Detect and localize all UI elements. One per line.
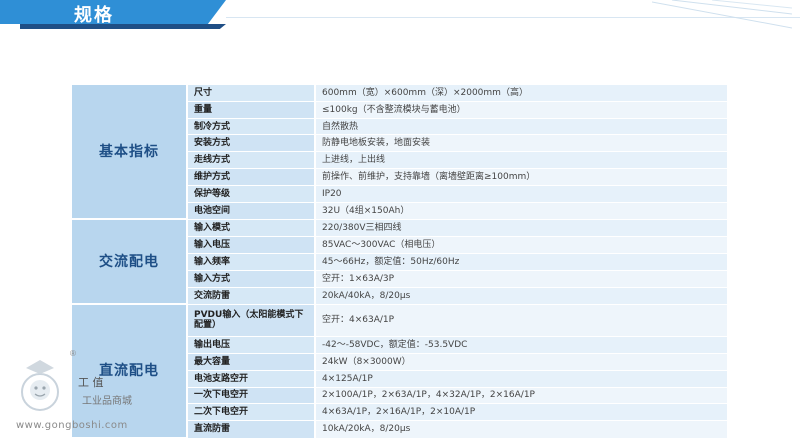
- category-label: 交流配电: [72, 219, 187, 306]
- spec-value: 自然散热: [314, 118, 727, 136]
- spec-value: 24kW（8×3000W）: [314, 353, 727, 371]
- spec-table: 基本指标 尺寸 600mm（宽）×600mm（深）×2000mm（高） 重量 ≤100k…: [72, 85, 727, 439]
- spec-name: 二次下电空开: [186, 403, 315, 422]
- spec-name: 最大容量: [186, 353, 315, 371]
- spec-value: 上进线，上出线: [314, 151, 727, 170]
- spec-name: 安装方式: [186, 134, 315, 153]
- spec-value: 45～66Hz，额定值：50Hz/60Hz: [314, 253, 727, 271]
- section-header-accent: [20, 24, 226, 29]
- spec-value: -42～-58VDC，额定值：-53.5VDC: [314, 336, 727, 354]
- spec-name: 直流防雷: [186, 420, 315, 439]
- spec-name: 走线方式: [186, 151, 315, 170]
- spec-name: 制冷方式: [186, 118, 315, 136]
- spec-name: 电池支路空开: [186, 370, 315, 388]
- spec-name: 维护方式: [186, 168, 315, 187]
- spec-value: 85VAC～300VAC（相电压）: [314, 236, 727, 254]
- spec-name: 输入频率: [186, 253, 315, 271]
- spec-name: PVDU输入（太阳能模式下配置）: [186, 304, 315, 337]
- spec-name: 交流防雷: [186, 287, 315, 305]
- spec-name: 电池空间: [186, 202, 315, 220]
- spec-value: IP20: [314, 185, 727, 204]
- spec-name: 输入模式: [186, 219, 315, 237]
- spec-value: 600mm（宽）×600mm（深）×2000mm（高）: [314, 85, 727, 102]
- spec-value: 220/380V三相四线: [314, 219, 727, 237]
- spec-row: 交流配电 输入模式 220/380V三相四线: [72, 219, 727, 306]
- spec-value: 20kA/40kA，8/20μs: [314, 287, 727, 305]
- decorative-lines: [652, 0, 792, 29]
- spec-name: 尺寸: [186, 85, 315, 102]
- spec-row: 基本指标 尺寸 600mm（宽）×600mm（深）×2000mm（高）: [72, 85, 727, 221]
- registered-mark: ®: [70, 349, 76, 358]
- spec-value: 2×100A/1P，2×63A/1P，4×32A/1P，2×16A/1P: [314, 387, 727, 405]
- watermark-brand: 工 值: [78, 376, 104, 389]
- spec-name: 输出电压: [186, 336, 315, 354]
- spec-name: 输入方式: [186, 270, 315, 288]
- spec-value: 32U（4组×150Ah）: [314, 202, 727, 220]
- spec-value: 4×125A/1P: [314, 370, 727, 388]
- section-title: 规格: [74, 5, 114, 26]
- spec-row: 直流配电 PVDU输入（太阳能模式下配置） 空开：4×63A/1P: [72, 304, 727, 439]
- spec-value: 前操作、前维护，支持靠墙（离墙壁距离≥100mm）: [314, 168, 727, 187]
- spec-name: 输入电压: [186, 236, 315, 254]
- spec-name: 保护等级: [186, 185, 315, 204]
- category-label: 基本指标: [72, 85, 187, 221]
- spec-name: 重量: [186, 101, 315, 119]
- spec-value: 空开：1×63A/3P: [314, 270, 727, 288]
- spec-value: 防静电地板安装，地面安装: [314, 134, 727, 153]
- watermark-subtitle: 工业品商城: [82, 396, 132, 407]
- watermark-url: www.gongboshi.com: [16, 420, 128, 431]
- spec-value: 空开：4×63A/1P: [314, 304, 727, 337]
- spec-value: 4×63A/1P，2×16A/1P，2×10A/1P: [314, 403, 727, 422]
- spec-name: 一次下电空开: [186, 387, 315, 405]
- spec-value: 10kA/20kA，8/20μs: [314, 420, 727, 439]
- spec-value: ≤100kg（不含整流模块与蓄电池）: [314, 101, 727, 119]
